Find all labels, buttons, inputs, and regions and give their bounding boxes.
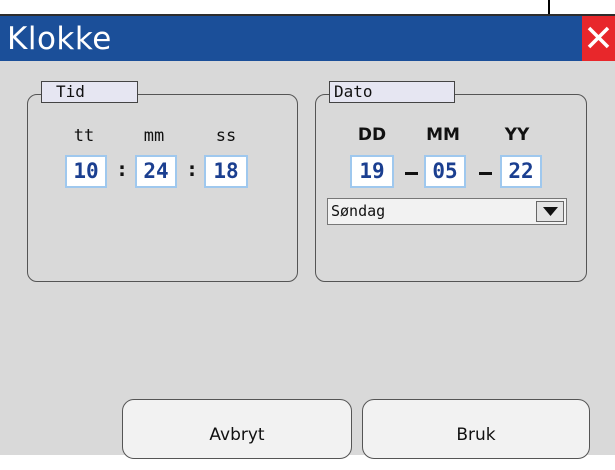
seconds-header: ss bbox=[215, 126, 237, 146]
date-separator bbox=[479, 172, 492, 175]
chevron-down-icon bbox=[543, 207, 558, 216]
weekday-select-value: Søndag bbox=[331, 202, 386, 220]
cancel-button[interactable]: Avbryt bbox=[122, 399, 352, 459]
seconds-field[interactable]: 18 bbox=[204, 155, 248, 188]
minutes-field[interactable]: 24 bbox=[135, 155, 177, 188]
time-separator: : bbox=[115, 157, 129, 181]
time-group-legend: Tid bbox=[41, 81, 138, 103]
time-group bbox=[27, 94, 298, 282]
date-group bbox=[315, 94, 587, 282]
time-separator: : bbox=[185, 157, 199, 181]
top-strip bbox=[0, 0, 615, 12]
hours-header: tt bbox=[73, 126, 95, 146]
hours-field[interactable]: 10 bbox=[65, 155, 107, 188]
window-title: Klokke bbox=[7, 21, 112, 57]
date-separator bbox=[405, 172, 418, 175]
close-button[interactable] bbox=[582, 16, 615, 61]
day-header: DD bbox=[357, 125, 387, 145]
title-bar: Klokke bbox=[0, 14, 615, 61]
weekday-select[interactable]: Søndag bbox=[327, 198, 567, 225]
month-field[interactable]: 05 bbox=[424, 155, 466, 188]
month-header: MM bbox=[426, 125, 460, 145]
top-tick-mark bbox=[548, 0, 550, 14]
minutes-header: mm bbox=[143, 126, 165, 146]
day-field[interactable]: 19 bbox=[350, 155, 394, 188]
apply-button[interactable]: Bruk bbox=[362, 399, 590, 459]
date-group-legend: Dato bbox=[329, 81, 455, 103]
year-field[interactable]: 22 bbox=[500, 155, 542, 188]
weekday-dropdown-button[interactable] bbox=[536, 201, 564, 222]
close-icon bbox=[587, 26, 610, 49]
year-header: YY bbox=[504, 125, 530, 145]
